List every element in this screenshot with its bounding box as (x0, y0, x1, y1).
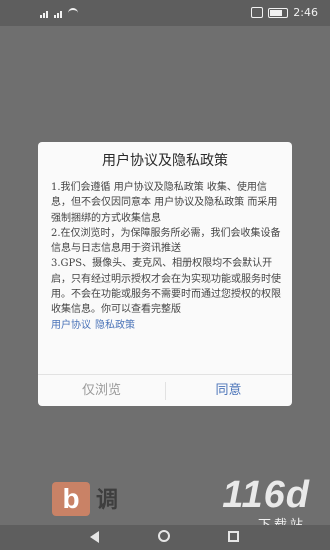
wifi-icon (68, 8, 78, 18)
browse-only-button[interactable]: 仅浏览 (38, 375, 165, 406)
navigation-bar (0, 525, 330, 550)
signal-icon-2 (54, 9, 64, 18)
dialog-paragraph-3: 3.GPS、摄像头、麦克风、相册权限均不会默认开启，只有经过明示授权才会在为实现… (51, 258, 281, 316)
dialog-paragraph-2: 2.在仅浏览时，为保障服务所必需，我们会收集设备信息与日志信息用于资讯推送 (51, 227, 281, 255)
user-agreement-link[interactable]: 用户协议 (51, 320, 91, 331)
app-logo-letter: b (62, 483, 80, 514)
watermark: 116d (222, 474, 310, 516)
back-icon[interactable] (90, 531, 99, 543)
notification-icon (251, 7, 264, 18)
home-icon[interactable] (158, 530, 170, 542)
agree-button[interactable]: 同意 (165, 375, 292, 406)
status-left-icons (40, 8, 78, 18)
status-bar: 2:46 (0, 0, 330, 26)
battery-icon (268, 7, 289, 18)
dialog-body: 1.我们会遵循 用户协议及隐私政策 收集、使用信息，但不会仅因同意本 用户协议及… (51, 180, 281, 333)
status-right-icons: 2:46 (251, 6, 318, 19)
status-time: 2:46 (293, 6, 318, 19)
app-logo-text: 调 (96, 487, 119, 512)
recent-apps-icon[interactable] (228, 531, 239, 542)
dialog-paragraph-1: 1.我们会遵循 用户协议及隐私政策 收集、使用信息，但不会仅因同意本 用户协议及… (51, 182, 278, 224)
app-logo: b (52, 482, 90, 516)
dialog-links: 用户协议 隐私政策 (51, 318, 281, 333)
privacy-dialog: 用户协议及隐私政策 1.我们会遵循 用户协议及隐私政策 收集、使用信息，但不会仅… (38, 142, 292, 406)
dialog-title: 用户协议及隐私政策 (102, 153, 228, 169)
privacy-policy-link[interactable]: 隐私政策 (95, 320, 135, 331)
signal-icon (40, 9, 50, 18)
